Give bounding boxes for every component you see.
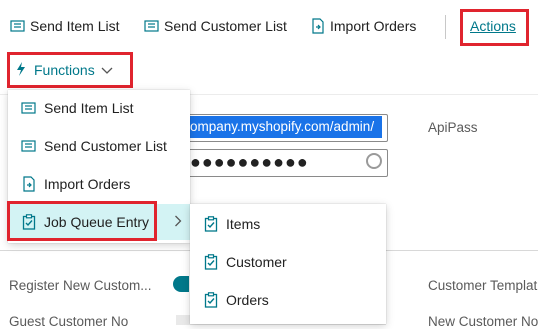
- import-orders-label: Import Orders: [330, 18, 417, 34]
- toolbar-divider: [445, 15, 446, 39]
- actions-menu-button[interactable]: Actions: [470, 14, 516, 38]
- guest-customer-label: Guest Customer No: [9, 314, 129, 329]
- menu-item-label: Send Customer List: [44, 138, 167, 154]
- submenu-item-customer[interactable]: Customer: [190, 244, 386, 280]
- show-password-icon[interactable]: [366, 153, 382, 169]
- functions-menu: Send Item List Send Customer List Import…: [8, 90, 190, 243]
- document-import-icon: [310, 18, 326, 34]
- list-send-icon: [20, 99, 38, 117]
- clipboard-check-icon: [20, 213, 38, 231]
- chevron-right-icon: [174, 214, 182, 230]
- document-import-icon: [20, 175, 38, 193]
- submenu-item-label: Items: [226, 216, 261, 232]
- list-send-icon: [144, 18, 160, 34]
- customer-template-label: Customer Templat: [428, 278, 538, 293]
- menu-item-import-orders[interactable]: Import Orders: [8, 166, 190, 202]
- send-item-list-label: Send Item List: [30, 18, 120, 34]
- send-customer-list-action[interactable]: Send Customer List: [144, 14, 287, 38]
- import-orders-action[interactable]: Import Orders: [310, 14, 416, 38]
- menu-item-label: Send Item List: [44, 100, 134, 116]
- lightning-icon: [16, 61, 26, 79]
- chevron-down-icon: [101, 62, 113, 78]
- new-customer-label: New Customer No: [428, 314, 538, 329]
- submenu-item-label: Orders: [226, 292, 269, 308]
- submenu-item-orders[interactable]: Orders: [190, 282, 386, 318]
- list-send-icon: [10, 18, 26, 34]
- actions-label: Actions: [470, 18, 516, 34]
- clipboard-check-icon: [202, 253, 220, 271]
- password-value: ●●●●●●●●●●: [190, 152, 309, 172]
- apipass-label: ApiPass: [428, 120, 478, 135]
- clipboard-check-icon: [202, 291, 220, 309]
- clipboard-check-icon: [202, 215, 220, 233]
- register-new-customer-toggle[interactable]: [173, 276, 189, 292]
- functions-button[interactable]: Functions: [16, 58, 113, 82]
- menu-item-label: Job Queue Entry: [44, 214, 150, 230]
- list-send-icon: [20, 137, 38, 155]
- submenu-item-items[interactable]: Items: [190, 206, 386, 242]
- menu-item-label: Import Orders: [44, 176, 131, 192]
- job-queue-submenu: Items Customer Orders: [190, 204, 386, 324]
- submenu-item-label: Customer: [226, 254, 287, 270]
- send-item-list-action[interactable]: Send Item List: [10, 14, 120, 38]
- send-customer-list-label: Send Customer List: [164, 18, 287, 34]
- register-new-customer-label: Register New Custom...: [9, 278, 152, 293]
- menu-item-job-queue-entry[interactable]: Job Queue Entry: [8, 204, 190, 240]
- action-bar: Send Item List Send Customer List Import…: [0, 0, 538, 51]
- functions-label: Functions: [34, 62, 95, 78]
- menu-item-send-customer-list[interactable]: Send Customer List: [8, 128, 190, 164]
- url-field-value: ompany.myshopify.com/admin/: [190, 116, 382, 138]
- menu-item-send-item-list[interactable]: Send Item List: [8, 90, 190, 126]
